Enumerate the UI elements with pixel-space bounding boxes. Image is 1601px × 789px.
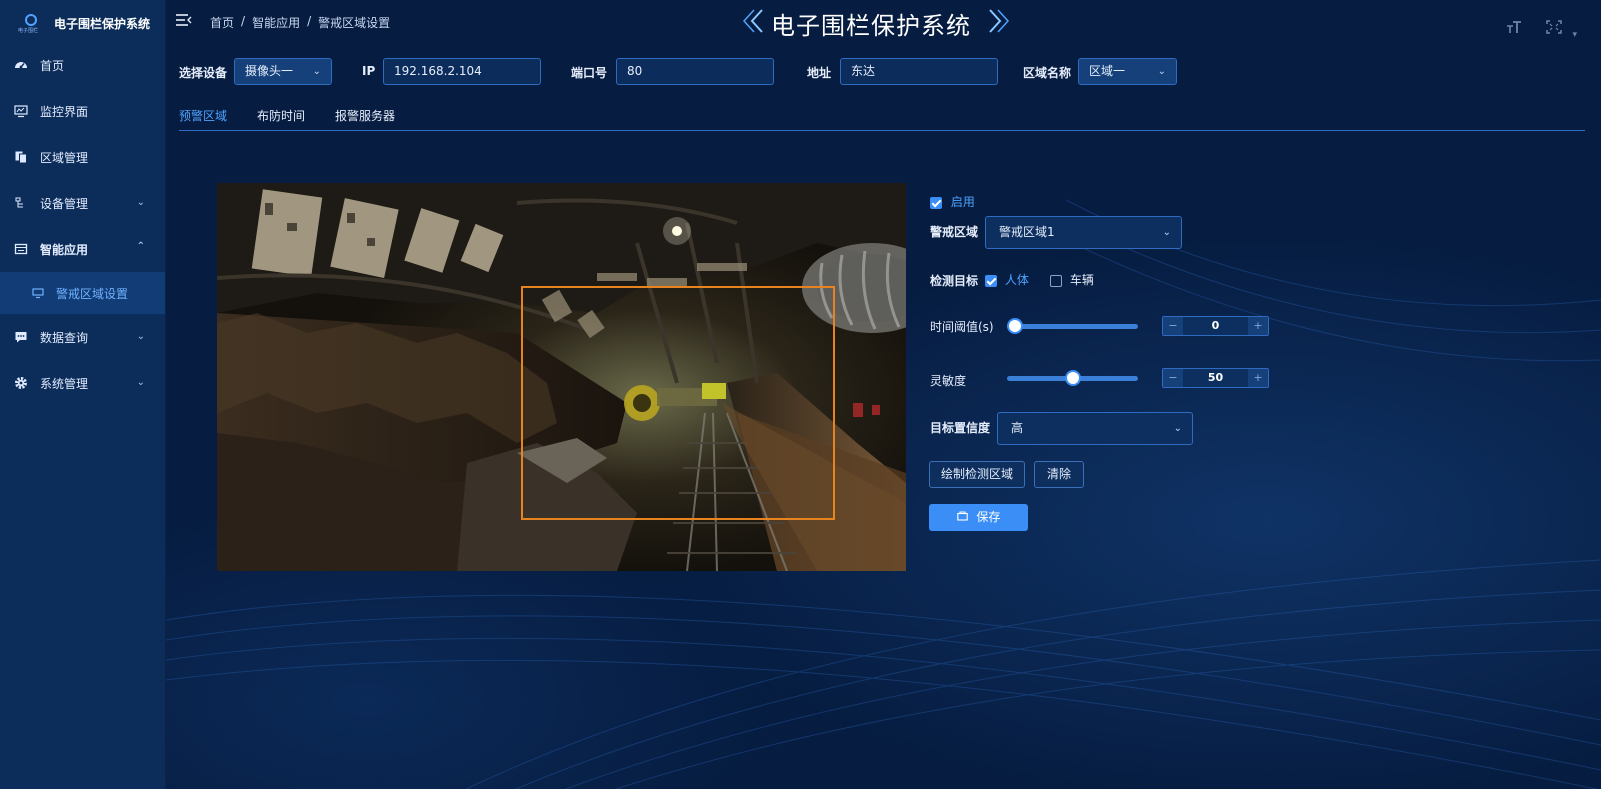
sidebar-item-label: 设备管理 bbox=[40, 196, 89, 211]
tab-bar: 预警区域 布防时间 报警服务器 bbox=[179, 107, 395, 124]
page-title: 电子围栏保护系统 bbox=[771, 12, 971, 40]
brand: 电子围栏 电子围栏保护系统 bbox=[0, 0, 165, 46]
sensitivity-stepper: − 50 + bbox=[1162, 368, 1269, 388]
sidebar-subitem-zone-settings[interactable]: 警戒区域设置 bbox=[0, 272, 165, 314]
chevron-down-icon: ⌄ bbox=[136, 377, 145, 388]
chat-icon bbox=[14, 330, 28, 344]
target-label: 检测目标 bbox=[930, 274, 979, 288]
time-threshold-slider[interactable] bbox=[1007, 324, 1138, 329]
time-threshold-slider-handle[interactable] bbox=[1007, 318, 1023, 334]
sidebar-item-label: 首页 bbox=[40, 58, 65, 73]
topbar: 首页 / 智能应用 / 警戒区域设置 电子围栏保护系统 ▾ bbox=[166, 0, 1601, 42]
ip-label: IP bbox=[362, 64, 376, 78]
fullscreen-icon[interactable] bbox=[1546, 20, 1563, 40]
sidebar-item-system[interactable]: 系统管理 ⌄ bbox=[0, 360, 165, 406]
enable-checkbox[interactable] bbox=[930, 196, 942, 209]
clear-button[interactable]: 清除 bbox=[1034, 461, 1084, 488]
sensitivity-value[interactable]: 50 bbox=[1183, 369, 1248, 387]
increment-button[interactable]: + bbox=[1248, 369, 1268, 387]
zone-label: 警戒区域 bbox=[930, 225, 979, 239]
time-threshold-value[interactable]: 0 bbox=[1183, 317, 1248, 335]
font-size-icon[interactable] bbox=[1506, 20, 1522, 40]
draw-zone-button[interactable]: 绘制检测区域 bbox=[929, 461, 1025, 488]
chevron-down-icon: ⌄ bbox=[136, 197, 145, 208]
menu-collapse-icon[interactable] bbox=[176, 13, 192, 27]
decrement-button[interactable]: − bbox=[1163, 369, 1183, 387]
time-threshold-label: 时间阈值(s) bbox=[930, 320, 994, 334]
sidebar-item-home[interactable]: 首页 bbox=[0, 42, 165, 88]
sidebar-item-smart-app[interactable]: 智能应用 ⌃ bbox=[0, 226, 165, 272]
chevron-down-icon: ⌄ bbox=[1173, 423, 1182, 434]
tab-arming-time[interactable]: 布防时间 bbox=[257, 107, 305, 124]
sidebar-item-area[interactable]: 区域管理 bbox=[0, 134, 165, 180]
sidebar-item-label: 区域管理 bbox=[40, 150, 89, 165]
tab-alert-zone[interactable]: 预警区域 bbox=[179, 107, 227, 124]
person-label: 人体 bbox=[1004, 273, 1029, 287]
vehicle-label: 车辆 bbox=[1069, 273, 1094, 287]
chevron-down-icon: ⌄ bbox=[312, 66, 321, 77]
device-label: 选择设备 bbox=[179, 66, 228, 80]
zone-name-label: 区域名称 bbox=[1023, 66, 1072, 80]
copy-icon bbox=[14, 150, 28, 164]
brand-title: 电子围栏保护系统 bbox=[54, 16, 151, 31]
port-label: 端口号 bbox=[571, 66, 608, 80]
detection-zone-outline[interactable] bbox=[521, 286, 835, 520]
vehicle-checkbox[interactable] bbox=[1050, 274, 1062, 287]
enable-label: 启用 bbox=[950, 195, 975, 209]
chevron-down-icon: ⌄ bbox=[1157, 66, 1166, 77]
device-select[interactable]: 摄像头一 ⌄ bbox=[234, 58, 332, 85]
save-button[interactable]: 保存 bbox=[929, 504, 1028, 531]
sidebar-item-device[interactable]: 设备管理 ⌄ bbox=[0, 180, 165, 226]
sidebar-item-data-query[interactable]: 数据查询 ⌄ bbox=[0, 314, 165, 360]
increment-button[interactable]: + bbox=[1248, 317, 1268, 335]
target-person-option[interactable]: 人体 bbox=[985, 271, 1029, 288]
time-threshold-stepper: − 0 + bbox=[1162, 316, 1269, 336]
sidebar-item-label: 数据查询 bbox=[40, 330, 89, 345]
save-icon bbox=[956, 504, 968, 531]
enable-checkbox-row[interactable]: 启用 bbox=[930, 193, 975, 210]
gear-icon bbox=[14, 376, 28, 390]
breadcrumb-home[interactable]: 首页 bbox=[210, 14, 234, 31]
confidence-select[interactable]: 高 ⌄ bbox=[997, 412, 1193, 445]
card-icon bbox=[14, 242, 28, 256]
sensitivity-label: 灵敏度 bbox=[930, 374, 967, 388]
sidebar: 电子围栏 电子围栏保护系统 首页 监控界面 区域管理 设备管理 ⌄ 智能应用 ⌃ bbox=[0, 0, 166, 789]
sidebar-item-label: 智能应用 bbox=[40, 242, 89, 257]
target-vehicle-option[interactable]: 车辆 bbox=[1050, 271, 1094, 288]
port-field[interactable]: 80 bbox=[616, 58, 774, 85]
confidence-label: 目标置信度 bbox=[930, 421, 991, 435]
chevron-down-icon[interactable]: ▾ bbox=[1572, 30, 1577, 40]
chevron-up-icon: ⌃ bbox=[136, 241, 145, 252]
logo: 电子围栏 bbox=[18, 12, 44, 34]
tab-divider bbox=[179, 130, 1585, 131]
chevron-down-icon: ⌄ bbox=[136, 331, 145, 342]
sidebar-item-monitor[interactable]: 监控界面 bbox=[0, 88, 165, 134]
address-label: 地址 bbox=[807, 66, 832, 80]
tree-icon bbox=[14, 196, 28, 210]
decrement-button[interactable]: − bbox=[1163, 317, 1183, 335]
sidebar-item-label: 系统管理 bbox=[40, 376, 89, 391]
chevron-down-icon: ⌄ bbox=[1162, 227, 1171, 238]
dashboard-icon bbox=[14, 58, 28, 72]
sidebar-item-label: 监控界面 bbox=[40, 104, 89, 119]
breadcrumb-current: 警戒区域设置 bbox=[318, 16, 391, 30]
top-icons: ▾ bbox=[1506, 20, 1577, 40]
main-content: 首页 / 智能应用 / 警戒区域设置 电子围栏保护系统 ▾ 选择设备 摄像头一 … bbox=[166, 0, 1601, 789]
zone-name-select[interactable]: 区域一 ⌄ bbox=[1078, 58, 1177, 85]
sidebar-subitem-label: 警戒区域设置 bbox=[56, 286, 129, 301]
address-field[interactable]: 东达 bbox=[840, 58, 998, 85]
breadcrumb: 首页 / 智能应用 / 警戒区域设置 bbox=[210, 14, 391, 31]
screen-icon bbox=[32, 287, 44, 299]
person-checkbox[interactable] bbox=[985, 274, 997, 287]
ip-field[interactable]: 192.168.2.104 bbox=[383, 58, 541, 85]
camera-feed[interactable] bbox=[217, 183, 906, 571]
sensitivity-slider-handle[interactable] bbox=[1064, 370, 1081, 386]
monitor-icon bbox=[14, 104, 28, 118]
tab-alarm-server[interactable]: 报警服务器 bbox=[335, 107, 395, 124]
breadcrumb-smart-app[interactable]: 智能应用 bbox=[252, 14, 300, 31]
zone-select[interactable]: 警戒区域1 ⌄ bbox=[985, 216, 1182, 249]
